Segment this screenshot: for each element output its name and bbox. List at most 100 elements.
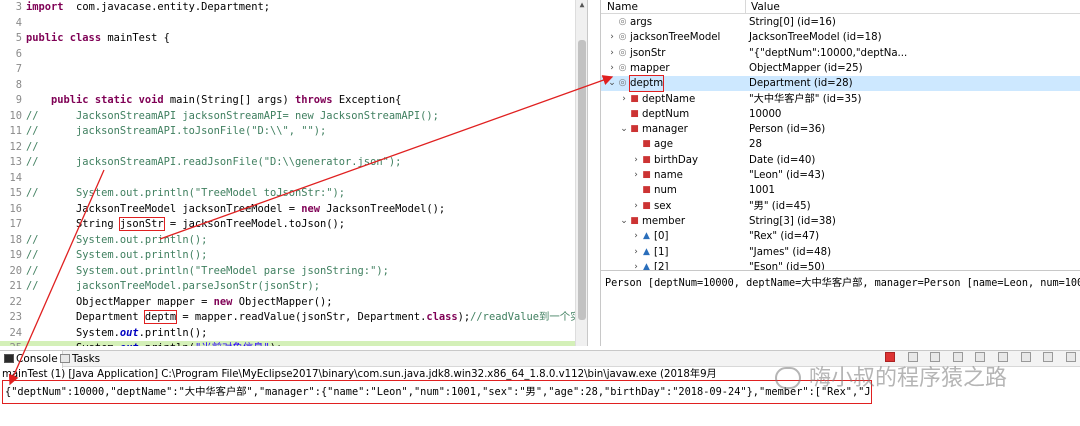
tasks-icon	[60, 354, 70, 363]
expand-icon[interactable]: ›	[619, 92, 629, 107]
variable-row[interactable]: ⌄ ■ manager Person (id=36)	[601, 122, 1080, 137]
code-line[interactable]: 5 public class mainTest {	[0, 31, 576, 47]
tab-tasks-label: Tasks	[72, 353, 101, 365]
variable-name: deptm	[628, 75, 665, 93]
variable-value: 1001	[749, 185, 775, 197]
code-token: out	[119, 326, 139, 339]
code-token: // System.out.println();	[26, 233, 208, 246]
code-token: // jacksonStreamAPI.readJsonFile("D:\\ge…	[26, 156, 402, 168]
code-line[interactable]: 18 // System.out.println();	[0, 233, 576, 249]
variables-view[interactable]: Name Value ◎ args String[0] (id=16) › ◎ jacks…	[600, 0, 1080, 270]
variable-row[interactable]: › ▲ [2] "Eson" (id=50)	[601, 260, 1080, 270]
code-token: //	[26, 140, 39, 153]
code-line[interactable]: 16 JacksonTreeModel jacksonTreeModel = n…	[0, 202, 576, 218]
expand-icon[interactable]: ›	[631, 260, 641, 270]
expand-icon[interactable]: ›	[607, 61, 617, 76]
line-number: 12	[9, 140, 22, 153]
local-variable-icon: ◎	[618, 47, 627, 58]
code-line[interactable]: 24 System.out.println();	[0, 326, 576, 342]
variable-row[interactable]: ■ deptNum 10000	[601, 107, 1080, 122]
variable-detail-pane[interactable]: Person [deptNum=10000, deptName=大中华客户部, …	[600, 270, 1080, 346]
code-editor[interactable]: 3 import com.javacase.entity.Department; 4…	[0, 0, 588, 346]
array-element-icon: ▲	[643, 261, 650, 270]
code-line[interactable]: 19 // System.out.println();	[0, 248, 576, 264]
scrollbar-thumb[interactable]	[578, 40, 586, 320]
variable-value: "Leon" (id=43)	[749, 170, 825, 181]
code-line[interactable]: 10 // JacksonStreamAPI jacksonStreamAPI= …	[0, 109, 576, 125]
code-line[interactable]: 14	[0, 171, 576, 187]
code-token: throws	[295, 94, 333, 106]
minimize-icon[interactable]	[1043, 352, 1054, 362]
variable-row[interactable]: › ▲ [0] "Rex" (id=47)	[601, 229, 1080, 244]
code-line[interactable]: 17 String jsonStr = jacksonTreeModel.toJ…	[0, 217, 576, 233]
variable-name: jacksonTreeModel	[630, 32, 721, 44]
variable-row[interactable]: ■ age 28	[601, 137, 1080, 152]
code-line[interactable]: 8	[0, 78, 576, 94]
variable-row[interactable]: ⌄ ◎ deptm Department (id=28)	[601, 75, 1080, 93]
array-element-icon: ▲	[643, 246, 650, 257]
code-line[interactable]: 4	[0, 16, 576, 32]
line-number: 22	[9, 295, 22, 308]
expand-icon[interactable]: ›	[631, 245, 641, 260]
code-token: JacksonTreeModel();	[320, 202, 446, 215]
collapse-icon[interactable]: ⌄	[607, 76, 617, 91]
variable-row[interactable]: ■ num 1001	[601, 183, 1080, 198]
expand-icon[interactable]: ›	[631, 199, 641, 214]
code-line[interactable]: 9 public static void main(String[] args)…	[0, 93, 576, 109]
variable-row[interactable]: ⌄ ■ member String[3] (id=38)	[601, 214, 1080, 229]
variable-row[interactable]: › ◎ jsonStr "{"deptNum":10000,"deptNa...	[601, 46, 1080, 61]
code-line[interactable]: 12 //	[0, 140, 576, 156]
collapse-icon[interactable]: ⌄	[619, 122, 629, 137]
code-line[interactable]: 22 ObjectMapper mapper = new ObjectMappe…	[0, 295, 576, 311]
column-value-header[interactable]: Value	[751, 0, 780, 14]
variable-row[interactable]: › ◎ mapper ObjectMapper (id=25)	[601, 61, 1080, 76]
scroll-up-icon[interactable]: ▲	[576, 0, 587, 12]
variable-row[interactable]: › ■ name "Leon" (id=43)	[601, 168, 1080, 183]
code-line[interactable]: 11 // jacksonStreamAPI.toJsonFile("D:\\",…	[0, 124, 576, 140]
expand-icon[interactable]: ›	[631, 229, 641, 244]
expand-icon[interactable]: ›	[607, 30, 617, 45]
line-number: 9	[15, 94, 22, 106]
variable-row[interactable]: › ■ birthDay Date (id=40)	[601, 153, 1080, 168]
code-line[interactable]: 3 import com.javacase.entity.Department;	[0, 0, 576, 16]
code-token: = mapper.readValue(jsonStr, Department.	[176, 311, 427, 323]
code-token: // jacksonTreeModel.parseJsonStr(jsonStr…	[26, 280, 321, 292]
collapse-icon[interactable]: ⌄	[619, 214, 629, 229]
variable-row[interactable]: › ■ deptName "大中华客户部" (id=35)	[601, 92, 1080, 107]
code-line[interactable]: 21 // jacksonTreeModel.parseJsonStr(jsonS…	[0, 279, 576, 295]
variable-name: member	[642, 215, 686, 227]
code-text: JacksonTreeModel jacksonTreeModel = new …	[26, 202, 445, 218]
variable-row[interactable]: › ■ sex "男" (id=45)	[601, 199, 1080, 214]
array-element-icon: ▲	[643, 231, 650, 242]
line-number: 19	[9, 249, 22, 261]
code-line[interactable]: 7	[0, 62, 576, 78]
code-token: .println(	[139, 342, 195, 346]
code-line[interactable]: 15 // System.out.println("TreeModel toJso…	[0, 186, 576, 202]
open-console-icon[interactable]	[1020, 352, 1031, 362]
tab-tasks[interactable]: Tasks	[56, 351, 104, 368]
expand-icon[interactable]: ›	[631, 168, 641, 183]
tab-console[interactable]: Console	[0, 351, 63, 368]
variable-name: mapper	[630, 62, 670, 74]
code-line[interactable]: 23 Department deptm = mapper.readValue(j…	[0, 310, 587, 326]
expand-icon[interactable]: ›	[607, 46, 617, 61]
code-line[interactable]: 13 // jacksonStreamAPI.readJsonFile("D:\\…	[0, 155, 576, 171]
expand-icon[interactable]: ›	[631, 153, 641, 168]
field-icon: ■	[642, 170, 651, 180]
code-token: public static void	[51, 94, 164, 106]
field-icon: ■	[642, 200, 651, 211]
code-token: // System.out.println("TreeModel parse j…	[26, 264, 389, 277]
variable-row[interactable]: › ◎ jacksonTreeModel JacksonTreeModel (id=1…	[601, 30, 1080, 45]
column-name-header[interactable]: Name	[607, 0, 638, 14]
code-line[interactable]: 20 // System.out.println("TreeModel parse…	[0, 264, 576, 280]
code-line[interactable]: 6	[0, 47, 576, 63]
code-token: String	[26, 218, 120, 230]
code-token: System.	[26, 342, 120, 346]
variable-row[interactable]: ◎ args String[0] (id=16)	[601, 15, 1080, 30]
console-output[interactable]: {"deptNum":10000,"deptName":"大中华客户部","ma…	[2, 380, 872, 404]
variable-row[interactable]: › ▲ [1] "James" (id=48)	[601, 245, 1080, 260]
editor-scrollbar[interactable]: ▲	[575, 0, 587, 346]
code-line[interactable]: 25 System.out.println("当前对象信息");	[0, 341, 576, 346]
code-token: System.	[26, 326, 120, 339]
maximize-icon[interactable]	[1066, 352, 1076, 362]
